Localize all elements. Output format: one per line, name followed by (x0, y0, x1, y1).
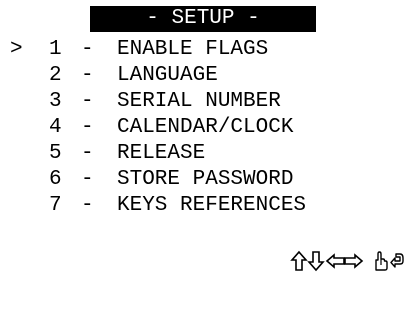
menu-item-calendar-clock[interactable]: 4 - CALENDAR/CLOCK (0, 115, 409, 141)
menu-item-number: 7 (49, 194, 62, 217)
menu-item-number: 6 (49, 168, 62, 191)
menu-item-separator: - (81, 38, 94, 61)
menu-item-label: ENABLE FLAGS (117, 38, 269, 61)
menu-item-separator: - (81, 194, 94, 217)
menu-item-label: SERIAL NUMBER (117, 90, 281, 113)
menu-item-language[interactable]: 2 - LANGUAGE (0, 63, 409, 89)
menu-item-number: 1 (49, 38, 62, 61)
menu-item-keys-references[interactable]: 7 - KEYS REFERENCES (0, 193, 409, 219)
menu-item-enable-flags[interactable]: > 1 - ENABLE FLAGS (0, 37, 409, 63)
setup-menu: > 1 - ENABLE FLAGS 2 - LANGUAGE 3 - SERI… (0, 37, 409, 219)
arrow-up-icon (290, 250, 308, 271)
menu-item-store-password[interactable]: 6 - STORE PASSWORD (0, 167, 409, 193)
menu-item-label: KEYS REFERENCES (117, 194, 307, 217)
return-icon (390, 253, 404, 268)
page-title: - SETUP - (90, 6, 316, 32)
hand-icon (375, 251, 388, 271)
menu-item-serial-number[interactable]: 3 - SERIAL NUMBER (0, 89, 409, 115)
menu-item-label: CALENDAR/CLOCK (117, 116, 294, 139)
menu-item-separator: - (81, 90, 94, 113)
menu-item-separator: - (81, 168, 94, 191)
arrow-left-icon (325, 253, 345, 269)
menu-item-number: 5 (49, 142, 62, 165)
menu-item-separator: - (81, 64, 94, 87)
menu-item-separator: - (81, 142, 94, 165)
menu-item-label: RELEASE (117, 142, 206, 165)
arrow-down-icon (307, 251, 325, 272)
menu-item-label: LANGUAGE (117, 64, 218, 87)
key-hints-bar (290, 250, 405, 274)
menu-item-number: 2 (49, 64, 62, 87)
menu-item-separator: - (81, 116, 94, 139)
menu-item-number: 4 (49, 116, 62, 139)
menu-item-label: STORE PASSWORD (117, 168, 294, 191)
menu-item-number: 3 (49, 90, 62, 113)
arrow-right-icon (344, 253, 364, 269)
selection-cursor: > (10, 38, 23, 61)
menu-item-release[interactable]: 5 - RELEASE (0, 141, 409, 167)
setup-screen: - SETUP - > 1 - ENABLE FLAGS 2 - LANGUAG… (0, 0, 409, 277)
